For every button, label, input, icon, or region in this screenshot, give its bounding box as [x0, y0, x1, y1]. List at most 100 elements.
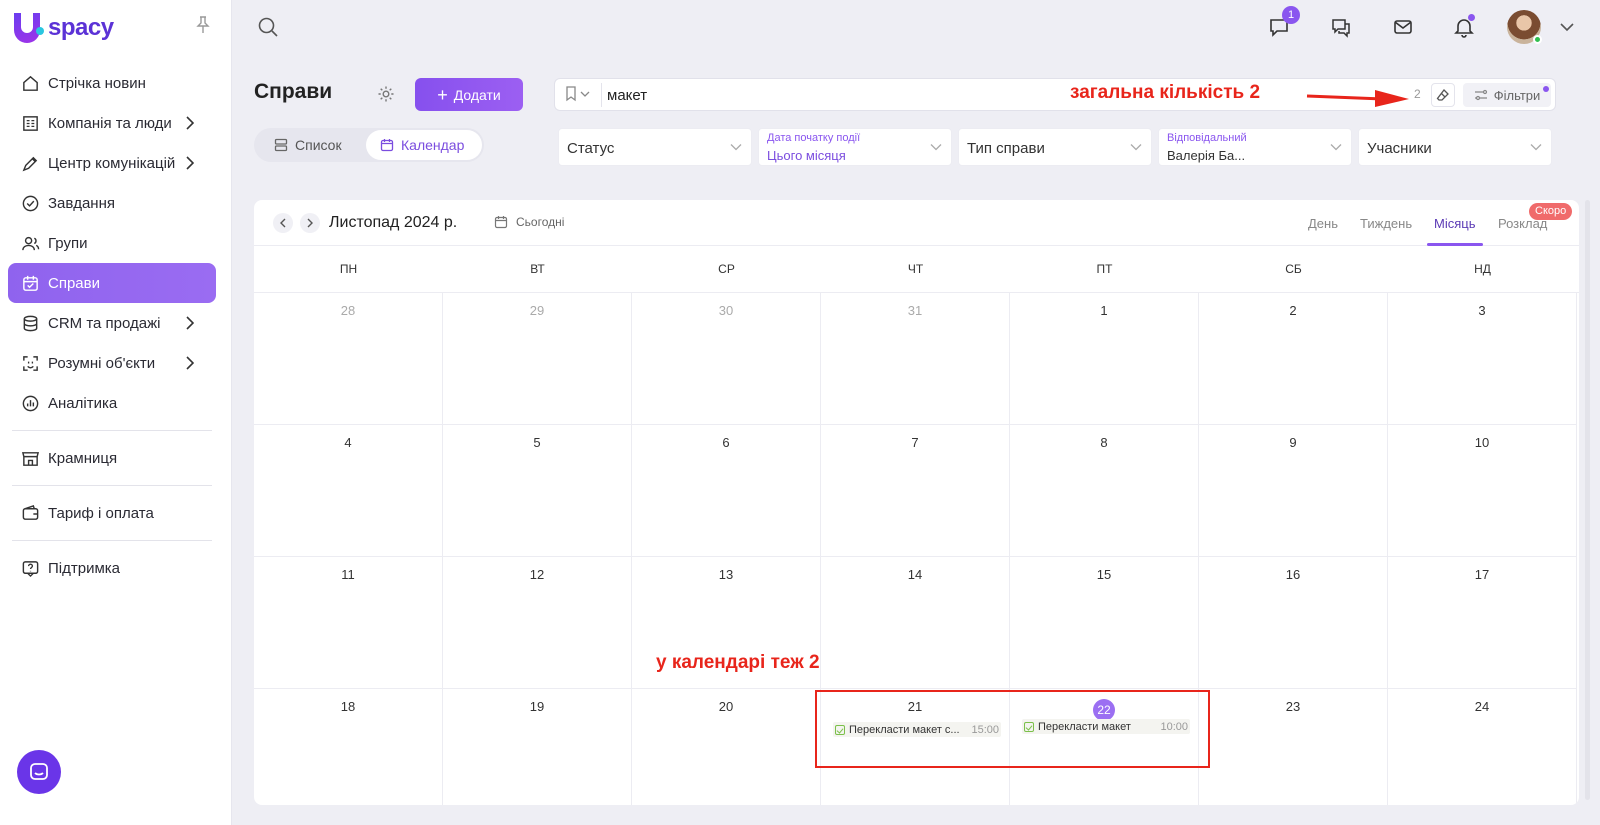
day-number: 24 — [1474, 699, 1490, 714]
day-cell[interactable]: 6 — [632, 425, 821, 557]
filters-button[interactable]: Фільтри — [1463, 83, 1551, 107]
day-cell[interactable]: 20 — [632, 689, 821, 805]
annotation-arrow — [1306, 90, 1409, 107]
sidebar-item-affairs[interactable]: Справи — [8, 263, 216, 303]
prev-month-button[interactable] — [273, 213, 293, 233]
weekday-header: ПН ВТ СР ЧТ ПТ СБ НД — [254, 247, 1579, 293]
day-cell[interactable]: 29 — [443, 293, 632, 425]
filters-label: Фільтри — [1493, 87, 1541, 103]
start-date-select[interactable]: Дата початку події Цього місяця — [758, 128, 952, 166]
chevron-right-icon — [186, 356, 194, 370]
today-button[interactable]: Сьогодні — [494, 215, 564, 229]
gear-icon[interactable] — [377, 85, 395, 106]
day-cell[interactable]: 15 — [1010, 557, 1199, 689]
day-number: 5 — [533, 435, 541, 450]
tab-week[interactable]: Тиждень — [1360, 216, 1412, 231]
list-icon — [274, 138, 288, 152]
day-number: 3 — [1478, 303, 1486, 318]
mail-button[interactable] — [1391, 15, 1415, 39]
participants-select-value: Учасники — [1367, 140, 1432, 157]
divider — [12, 540, 212, 541]
day-cell[interactable]: 4 — [254, 425, 443, 557]
status-select[interactable]: Статус — [558, 128, 752, 166]
saved-filters-dropdown[interactable] — [565, 86, 590, 102]
day-number: 23 — [1285, 699, 1301, 714]
view-list-label: Список — [295, 137, 342, 153]
sidebar-item-communication[interactable]: Центр комунікацій — [8, 143, 216, 183]
day-cell[interactable]: 3 — [1388, 293, 1577, 425]
divider — [12, 430, 212, 431]
day-cell[interactable]: 12 — [443, 557, 632, 689]
day-cell[interactable]: 7 — [821, 425, 1010, 557]
sidebar-item-tariff[interactable]: Тариф і оплата — [8, 493, 216, 533]
scrollbar[interactable] — [1585, 200, 1590, 800]
sidebar-item-analytics[interactable]: Аналітика — [8, 383, 216, 423]
day-cell[interactable]: 19 — [443, 689, 632, 805]
day-number: 16 — [1285, 567, 1301, 582]
chat-widget-button[interactable] — [17, 750, 61, 794]
tab-day[interactable]: День — [1308, 216, 1338, 231]
day-cell[interactable]: 14 — [821, 557, 1010, 689]
weekday-label: ВТ — [530, 262, 545, 276]
day-cell[interactable]: 8 — [1010, 425, 1199, 557]
sidebar-item-groups[interactable]: Групи — [8, 223, 216, 263]
sidebar-item-support[interactable]: Підтримка — [8, 548, 216, 588]
day-cell[interactable]: 5 — [443, 425, 632, 557]
weekday-label: СБ — [1285, 262, 1302, 276]
mail-icon — [1394, 20, 1412, 34]
chevron-down-icon — [580, 91, 590, 97]
view-list-button[interactable]: Список — [260, 130, 356, 160]
conversations-icon — [1332, 19, 1350, 38]
chevron-right-icon — [307, 218, 313, 228]
add-button-label: Додати — [453, 86, 501, 103]
day-cell[interactable]: 17 — [1388, 557, 1577, 689]
day-number: 4 — [344, 435, 352, 450]
day-cell[interactable]: 1 — [1010, 293, 1199, 425]
type-select[interactable]: Тип справи — [958, 128, 1152, 166]
sidebar-item-crm[interactable]: CRM та продажі — [8, 303, 216, 343]
day-cell[interactable]: 9 — [1199, 425, 1388, 557]
day-cell[interactable]: 24 — [1388, 689, 1577, 805]
participants-select[interactable]: Учасники — [1358, 128, 1552, 166]
sidebar-item-news[interactable]: Стрічка новин — [8, 63, 216, 103]
notification-dot — [1468, 14, 1475, 21]
notifications-button[interactable] — [1452, 14, 1476, 39]
analytics-icon — [20, 393, 40, 413]
day-cell[interactable]: 30 — [632, 293, 821, 425]
tab-month[interactable]: Місяць — [1434, 216, 1475, 231]
day-cell[interactable]: 28 — [254, 293, 443, 425]
day-cell[interactable]: 18 — [254, 689, 443, 805]
sidebar-item-label: Підтримка — [48, 559, 121, 577]
day-cell[interactable]: 2 — [1199, 293, 1388, 425]
day-cell[interactable]: 23 — [1199, 689, 1388, 805]
chevron-down-icon — [1330, 144, 1342, 151]
divider — [601, 83, 602, 107]
sidebar-item-smart-objects[interactable]: Розумні об'єкти — [8, 343, 216, 383]
conversations-button[interactable] — [1329, 15, 1353, 39]
search-icon[interactable] — [257, 16, 279, 41]
add-button[interactable]: + Додати — [415, 78, 523, 111]
day-cell[interactable]: 11 — [254, 557, 443, 689]
day-cell[interactable]: 31 — [821, 293, 1010, 425]
wallet-icon — [20, 503, 40, 523]
sidebar-item-store[interactable]: Крамниця — [8, 438, 216, 478]
filter-sliders-icon — [1474, 89, 1487, 101]
clear-search-button[interactable] — [1431, 83, 1455, 107]
pin-icon[interactable] — [196, 16, 212, 34]
day-cell[interactable]: 16 — [1199, 557, 1388, 689]
weekday-label: ЧТ — [907, 262, 924, 276]
calendar-icon — [494, 216, 508, 229]
day-cell[interactable]: 10 — [1388, 425, 1577, 557]
sidebar-item-tasks[interactable]: Завдання — [8, 183, 216, 223]
chevron-right-icon — [186, 116, 194, 130]
responsible-select[interactable]: Відповідальний Валерія Ба... — [1158, 128, 1352, 166]
chat-badge: 1 — [1282, 6, 1300, 24]
view-calendar-button[interactable]: Календар — [366, 130, 482, 160]
avatar[interactable] — [1507, 10, 1542, 44]
messages-button[interactable]: 1 — [1267, 6, 1300, 39]
logo[interactable]: spacy — [14, 12, 114, 44]
sidebar-item-company[interactable]: Компанія та люди — [8, 103, 216, 143]
profile-menu-button[interactable] — [1555, 15, 1579, 39]
responsible-value: Валерія Ба... — [1167, 148, 1246, 163]
next-month-button[interactable] — [300, 213, 320, 233]
